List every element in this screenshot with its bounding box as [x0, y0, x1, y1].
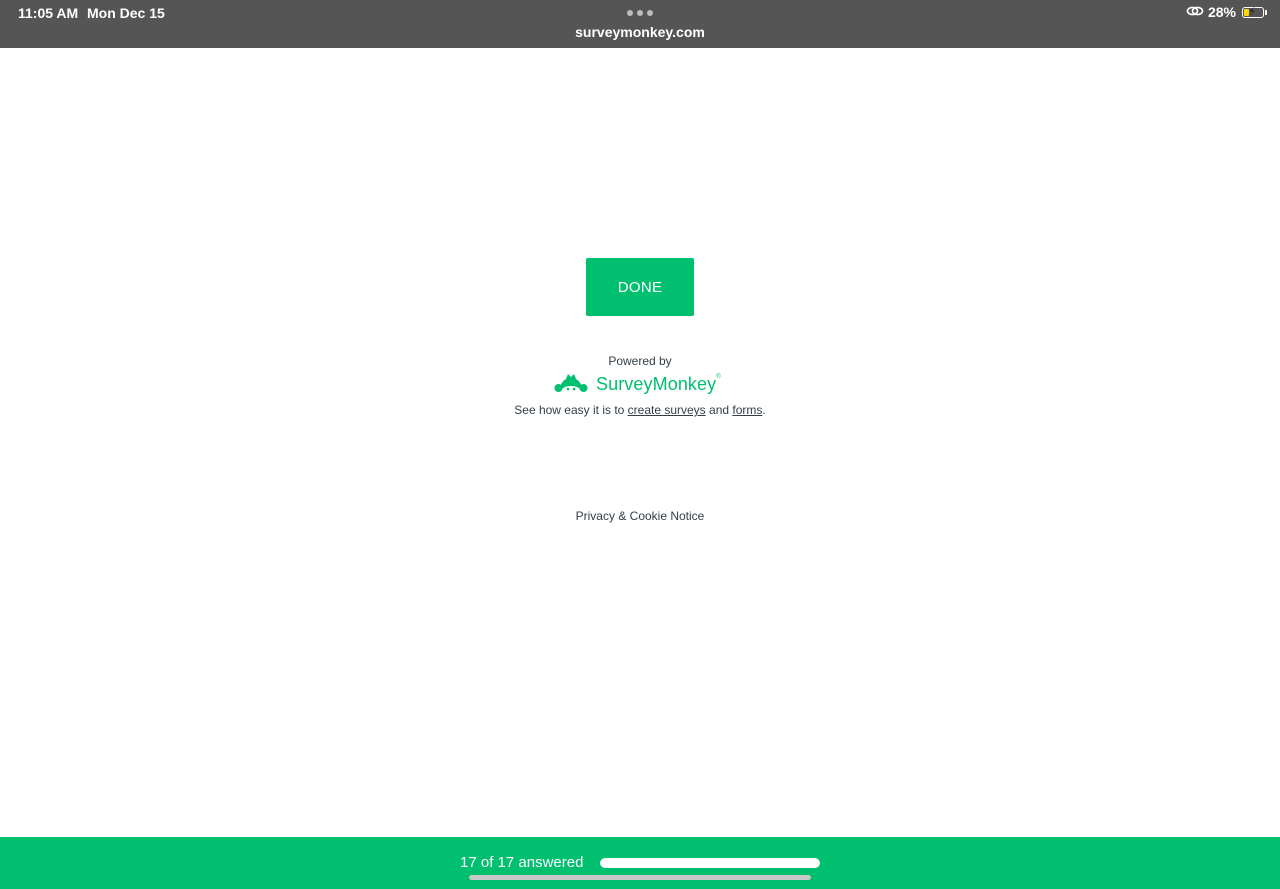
- promo-prefix: See how easy it is to: [514, 403, 628, 417]
- privacy-cookie-notice-link[interactable]: Privacy & Cookie Notice: [0, 509, 1280, 523]
- status-bar: 11:05 AM Mon Dec 15 surveymonkey.com 28%…: [0, 0, 1280, 48]
- more-dots-icon[interactable]: [627, 10, 653, 16]
- battery-percent: 28%: [1207, 4, 1236, 20]
- progress-footer: 17 of 17 answered: [0, 837, 1280, 889]
- monkey-logo-icon: [554, 374, 588, 392]
- progress-text: 17 of 17 answered: [460, 854, 584, 871]
- status-indicators: 28% ⚡: [1186, 4, 1267, 20]
- progress-bar: [600, 858, 820, 868]
- survey-complete-page: DONE Powered by SurveyMonkey® See how ea…: [0, 48, 1280, 837]
- battery-cap: [1265, 9, 1267, 15]
- battery-icon: ⚡: [1242, 5, 1267, 18]
- home-indicator[interactable]: [469, 875, 811, 880]
- create-surveys-link[interactable]: create surveys: [628, 403, 706, 417]
- url-label[interactable]: surveymonkey.com: [0, 24, 1280, 40]
- promo-suffix: .: [762, 403, 766, 417]
- forms-link[interactable]: forms: [732, 403, 762, 417]
- done-button[interactable]: DONE: [586, 258, 694, 316]
- status-time: 11:05 AM: [18, 5, 79, 21]
- promo-middle: and: [705, 403, 733, 417]
- progress-bar-fill: [600, 858, 820, 868]
- brand-name: SurveyMonkey®: [596, 373, 721, 394]
- charging-bolt-icon: ⚡: [1248, 5, 1256, 18]
- link-icon: [1186, 4, 1204, 20]
- status-date: Mon Dec 15: [87, 5, 165, 21]
- surveymonkey-logo[interactable]: SurveyMonkey®: [554, 372, 721, 396]
- promo-text: See how easy it is to create surveys and…: [0, 403, 1280, 417]
- powered-by-label: Powered by: [608, 354, 672, 368]
